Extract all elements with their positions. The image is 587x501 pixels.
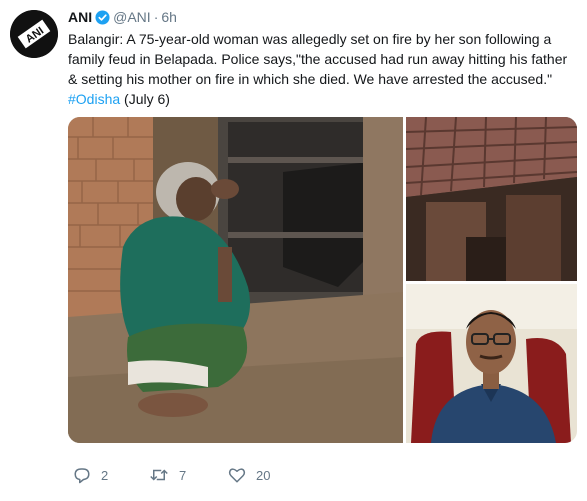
date-note: (July 6): [120, 91, 170, 107]
avatar[interactable]: ANI: [10, 10, 58, 58]
author-name[interactable]: ANI: [68, 9, 92, 25]
verified-badge-icon: [95, 10, 110, 29]
retweet-count: 7: [179, 467, 187, 483]
reply-icon: [74, 468, 90, 484]
photo-burnt-roof[interactable]: [406, 117, 577, 281]
reply-count: 2: [101, 467, 109, 483]
like-count: 20: [256, 467, 271, 483]
tweet-header: ANI @ANI · 6h: [68, 8, 177, 29]
tweet-actions: 2 7 20: [68, 466, 368, 488]
author-handle[interactable]: @ANI: [113, 9, 151, 25]
photo-woman-at-door[interactable]: [68, 117, 403, 443]
reply-button[interactable]: 2: [73, 466, 108, 484]
photo-police-officer[interactable]: [406, 284, 577, 443]
like-button[interactable]: 20: [228, 466, 270, 484]
tweet-body: Balangir: A 75-year-old woman was allege…: [68, 31, 568, 87]
heart-icon: [228, 468, 246, 483]
media-grid: [68, 117, 577, 443]
tweet[interactable]: ANI ANI @ANI · 6h Balangir: A 75-year-old w…: [0, 0, 587, 501]
timestamp[interactable]: 6h: [161, 9, 177, 25]
tweet-text: Balangir: A 75-year-old woman was allege…: [68, 29, 580, 109]
retweet-button[interactable]: 7: [149, 466, 186, 484]
retweet-icon: [150, 469, 168, 481]
ani-logo-icon: ANI: [10, 10, 58, 58]
hashtag-link[interactable]: #Odisha: [68, 91, 120, 107]
separator-dot: ·: [153, 9, 159, 25]
